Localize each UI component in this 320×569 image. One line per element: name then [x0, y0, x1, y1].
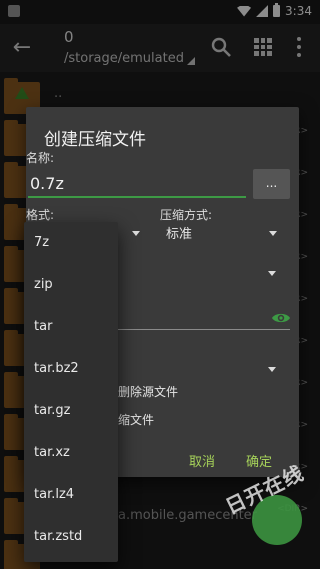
compress-files-label[interactable]: 缩文件: [118, 411, 154, 428]
format-option-tar-bz2[interactable]: tar.bz2: [24, 348, 118, 390]
dialog-title: 创建压缩文件: [44, 130, 146, 150]
format-option-zip[interactable]: zip: [24, 264, 118, 306]
chevron-down-icon: [269, 231, 277, 236]
ok-button[interactable]: 确定: [246, 451, 272, 470]
compression-level-select[interactable]: [256, 263, 280, 287]
format-option-tar[interactable]: tar: [24, 306, 118, 348]
eye-icon[interactable]: [271, 311, 291, 325]
format-option-tar-zstd[interactable]: tar.zstd: [24, 516, 118, 558]
compression-method-value: 标准: [166, 227, 193, 242]
format-option-7z[interactable]: 7z: [24, 222, 118, 264]
split-size-select[interactable]: [256, 359, 280, 383]
delete-source-label[interactable]: 删除源文件: [118, 383, 178, 400]
archive-name-input[interactable]: [28, 170, 246, 198]
format-label: 格式:: [26, 208, 55, 222]
password-input[interactable]: [112, 329, 290, 330]
chevron-down-icon: [268, 367, 276, 372]
compression-method-select[interactable]: 标准: [166, 223, 278, 247]
format-dropdown-menu: 7z zip tar tar.bz2 tar.gz tar.xz tar.lz4…: [24, 222, 118, 562]
format-option-tar-lz4[interactable]: tar.lz4: [24, 474, 118, 516]
chevron-down-icon: [268, 271, 276, 276]
compression-method-label: 压缩方式:: [160, 208, 213, 222]
chevron-down-icon: [132, 231, 140, 236]
cancel-button[interactable]: 取消: [189, 451, 215, 470]
name-label: 名称:: [26, 151, 55, 165]
browse-button[interactable]: ...: [253, 169, 290, 199]
format-option-tar-xz[interactable]: tar.xz: [24, 432, 118, 474]
format-option-tar-gz[interactable]: tar.gz: [24, 390, 118, 432]
